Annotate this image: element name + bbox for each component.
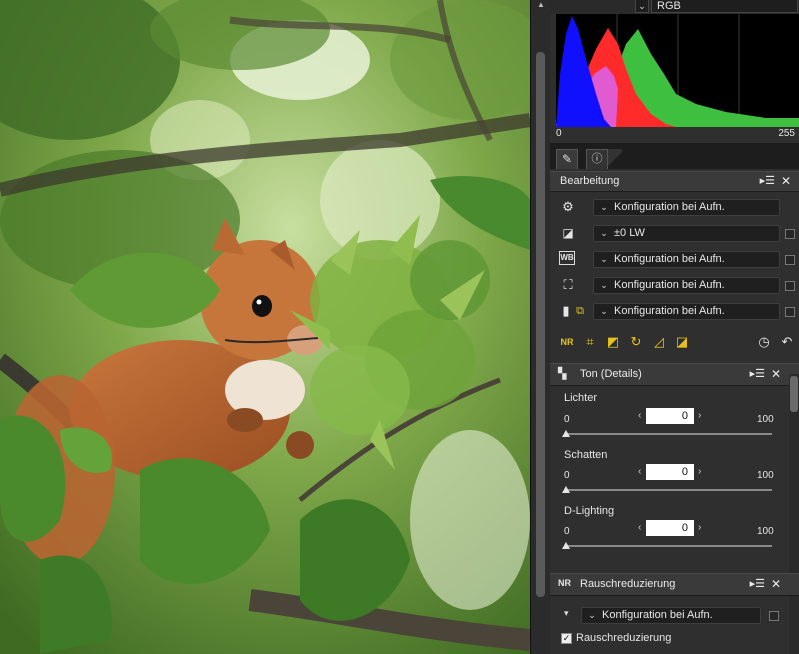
close-icon[interactable]: ✕ [771, 367, 781, 381]
d-lighting-max: 100 [757, 526, 774, 537]
highlights-decrement[interactable]: ‹ [638, 410, 641, 421]
exposure-select[interactable]: ⌄ ±0 LW [593, 225, 780, 242]
perspective-tool-icon[interactable]: ◿ [650, 333, 668, 351]
select-value: Konfiguration bei Aufn. [602, 609, 713, 621]
white-balance-select[interactable]: ⌄ Konfiguration bei Aufn. [593, 251, 780, 268]
panel-menu-icon[interactable]: ▸☰ [760, 174, 775, 187]
tone-panel-header[interactable]: ▚ Ton (Details) ▸☰ ✕ [550, 363, 799, 386]
collapse-triangle-icon[interactable]: ▾ [564, 608, 569, 619]
panel-menu-icon[interactable]: ▸☰ [750, 577, 765, 590]
noise-reduction-tool-icon[interactable]: NR [558, 333, 576, 351]
shadows-slider-track[interactable] [566, 489, 772, 491]
highlights-label: Lichter [564, 392, 598, 404]
shadows-min: 0 [564, 470, 570, 481]
noise-reduction-select[interactable]: ⌄ Konfiguration bei Aufn. [581, 607, 761, 624]
channel-select[interactable]: RGB [651, 0, 798, 13]
panel-tabs: ✎ ⓘ [550, 143, 799, 169]
right-panel: ⌄ RGB 0 255 ✎ ⓘ Bearbeitung ▸☰ ✕ ⚙ ⌄ Kon… [550, 0, 799, 654]
highlights-min: 0 [564, 414, 570, 425]
undo-icon[interactable]: ↶ [778, 333, 796, 351]
highlights-value-field[interactable]: 0 [646, 408, 694, 424]
select-value: Konfiguration bei Aufn. [614, 253, 725, 265]
crop-tool-icon[interactable]: ⌗ [581, 333, 599, 351]
select-value: Konfiguration bei Aufn. [614, 305, 725, 317]
tone-panel-title: Ton (Details) [580, 368, 642, 380]
histogram [556, 14, 799, 127]
scrollbar-thumb[interactable] [536, 52, 545, 597]
histogram-graph [556, 14, 799, 127]
exposure-icon: ◪ [562, 226, 574, 240]
noise-panel-title: Rauschreduzierung [580, 578, 676, 590]
picture-control-checkbox[interactable] [785, 281, 795, 291]
tone-scrollbar-thumb[interactable] [790, 376, 798, 412]
channel-dropdown-arrow[interactable]: ⌄ [635, 0, 649, 13]
select-value: Konfiguration bei Aufn. [614, 279, 725, 291]
d-lighting-slider-track[interactable] [566, 545, 772, 547]
chevron-down-icon: ⌄ [600, 254, 608, 264]
chevron-down-icon: ⌄ [600, 306, 608, 316]
highlights-slider-track[interactable] [566, 433, 772, 435]
select-value: Konfiguration bei Aufn. [614, 201, 725, 213]
shadows-slider-handle[interactable] [562, 486, 570, 493]
shadows-value-field[interactable]: 0 [646, 464, 694, 480]
d-lighting-slider-handle[interactable] [562, 542, 570, 549]
edit-panel-title: Bearbeitung [560, 175, 620, 187]
noise-reduction-checkbox[interactable]: ✓ [561, 633, 572, 644]
squirrel-photo [0, 0, 530, 654]
info-tab[interactable]: ⓘ [586, 149, 608, 169]
white-balance-checkbox[interactable] [785, 255, 795, 265]
chevron-down-icon: ⌄ [588, 610, 596, 620]
histogram-header: ⌄ RGB [550, 0, 799, 14]
d-lighting-min: 0 [564, 526, 570, 537]
highlights-slider-handle[interactable] [562, 430, 570, 437]
tone-icon: ▚ [558, 368, 567, 380]
picture-control-select[interactable]: ⌄ Konfiguration bei Aufn. [593, 277, 780, 294]
highlights-increment[interactable]: › [698, 410, 701, 421]
edit-panel-header[interactable]: Bearbeitung ▸☰ ✕ [550, 171, 799, 192]
history-icon[interactable]: ◷ [755, 333, 773, 351]
histogram-axis-max: 255 [778, 128, 795, 139]
d-lighting-mode-icon: ⧉ [576, 305, 584, 317]
levels-tool-icon[interactable]: ◪ [673, 333, 691, 351]
noise-reduction-enable-checkbox[interactable] [769, 611, 779, 621]
highlights-max: 100 [757, 414, 774, 425]
close-icon[interactable]: ✕ [781, 174, 791, 188]
d-lighting-value-field[interactable]: 0 [646, 520, 694, 536]
panel-menu-icon[interactable]: ▸☰ [750, 367, 765, 380]
tone-scrollbar[interactable] [789, 374, 799, 654]
shadows-decrement[interactable]: ‹ [638, 466, 641, 477]
straighten-tool-icon[interactable]: ◩ [604, 333, 622, 351]
d-lighting-decrement[interactable]: ‹ [638, 522, 641, 533]
shadows-max: 100 [757, 470, 774, 481]
d-lighting-label: D-Lighting [564, 505, 615, 517]
edit-icon: ✎ [561, 152, 573, 166]
picture-control-icon: ⛶ [563, 277, 573, 292]
panel-divider-scrollbar[interactable]: ▲ [530, 0, 550, 654]
info-icon: ⓘ [591, 153, 603, 165]
active-d-lighting-checkbox[interactable] [785, 307, 795, 317]
histogram-axis-min: 0 [556, 128, 562, 139]
chevron-down-icon: ⌄ [600, 228, 608, 238]
capture-settings-select[interactable]: ⌄ Konfiguration bei Aufn. [593, 199, 780, 216]
close-icon[interactable]: ✕ [771, 577, 781, 591]
rotate-tool-icon[interactable]: ↻ [627, 333, 645, 351]
noise-reduction-checkbox-label: Rauschreduzierung [576, 632, 672, 644]
white-balance-icon: WB [559, 251, 575, 265]
exposure-checkbox[interactable] [785, 229, 795, 239]
d-lighting-increment[interactable]: › [698, 522, 701, 533]
photo-preview[interactable] [0, 0, 530, 654]
scroll-up-icon[interactable]: ▲ [536, 0, 546, 10]
chevron-down-icon: ⌄ [600, 202, 608, 212]
active-d-lighting-select[interactable]: ⌄ Konfiguration bei Aufn. [593, 303, 780, 320]
gear-icon: ⚙ [562, 199, 574, 214]
chevron-down-icon: ⌄ [600, 280, 608, 290]
shadows-increment[interactable]: › [698, 466, 701, 477]
noise-reduction-icon: NR [558, 578, 571, 588]
noise-panel-header[interactable]: NR Rauschreduzierung ▸☰ ✕ [550, 573, 799, 596]
shadows-label: Schatten [564, 449, 608, 461]
select-value: ±0 LW [614, 227, 645, 239]
edit-tab[interactable]: ✎ [556, 149, 578, 169]
